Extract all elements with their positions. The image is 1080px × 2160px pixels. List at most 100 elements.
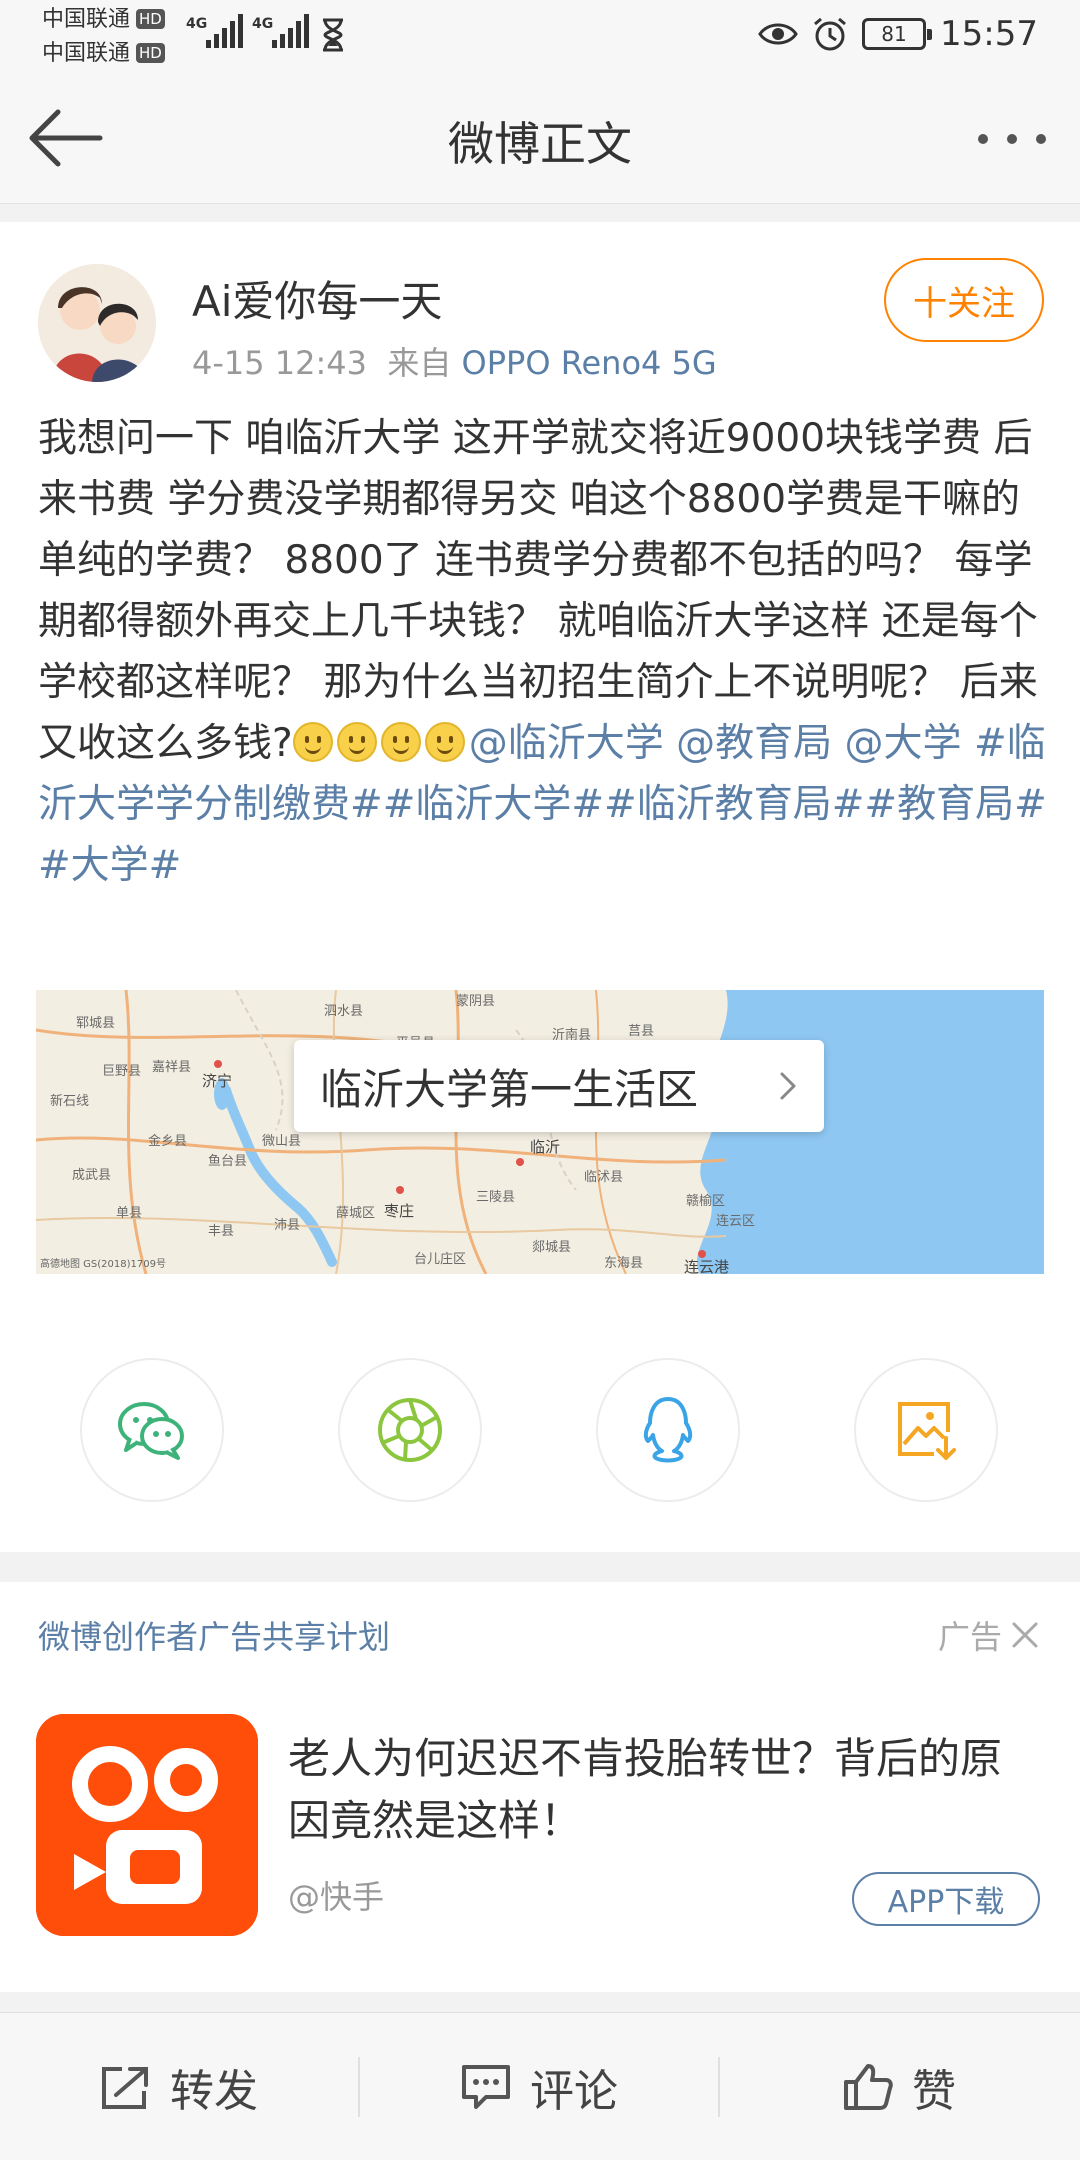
share-moments-button[interactable] — [338, 1358, 482, 1502]
mention-link[interactable]: @大学 — [845, 721, 962, 766]
hourglass-icon — [323, 18, 343, 52]
map-place: 微山县 — [262, 1134, 302, 1149]
map-place: 鱼台县 — [208, 1154, 248, 1169]
map-place: 临沂 — [530, 1138, 561, 1156]
map-place: 郓城县 — [76, 1016, 116, 1031]
map-place: 济宁 — [202, 1072, 233, 1090]
smile-emoji-icon — [292, 722, 333, 762]
topic-link[interactable]: #临沂教育局# — [604, 782, 864, 827]
app-download-button[interactable]: APP下载 — [852, 1872, 1040, 1926]
weibo-post-page: 中国联通 HD 中国联通 HD 4G 4G 81 15:57 微博正文 Ai爱你… — [0, 0, 1080, 2160]
author-avatar[interactable] — [38, 264, 156, 382]
post-device[interactable]: OPPO Reno4 5G — [462, 344, 717, 382]
nav-bar: 微博正文 — [0, 72, 1080, 204]
map-place: 新石线 — [50, 1094, 90, 1109]
more-dot-icon — [1007, 134, 1017, 144]
carrier-2: 中国联通 HD — [42, 40, 165, 68]
ad-title[interactable]: 老人为何迟迟不肯投胎转世？背后的原因竟然是这样！ — [288, 1728, 1028, 1852]
kuaishou-logo-icon — [36, 1714, 258, 1936]
hd-badge: HD — [136, 9, 165, 29]
post-text: 我想问一下 咱临沂大学 这开学就交将近9000块钱学费 后来书费 学分费没学期都… — [38, 416, 1038, 766]
map-place: 巨野县 — [102, 1064, 142, 1079]
mention-link[interactable]: @教育局 — [676, 721, 832, 766]
signal-icon — [272, 14, 312, 48]
map-place: 沛县 — [274, 1218, 301, 1233]
post-time: 4-15 12:43 — [192, 344, 368, 382]
map-place: 单县 — [116, 1206, 143, 1221]
signal-icon — [206, 14, 246, 48]
alarm-icon — [814, 17, 846, 51]
ad-source: @快手 — [288, 1878, 385, 1916]
page-title: 微博正文 — [448, 117, 632, 171]
more-dot-icon — [978, 134, 988, 144]
map-place: 丰县 — [208, 1224, 235, 1239]
post-card: Ai爱你每一天 4-15 12:43 来自 OPPO Reno4 5G 十关注 … — [0, 222, 1080, 1552]
post-meta: 4-15 12:43 来自 OPPO Reno4 5G — [192, 338, 717, 384]
ad-plan-label[interactable]: 微博创作者广告共享计划 — [38, 1612, 390, 1658]
repost-icon — [102, 2067, 148, 2109]
map-place: 蒙阴县 — [456, 994, 496, 1009]
network-type-1: 4G — [186, 16, 208, 32]
map-place: 泗水县 — [324, 1004, 364, 1019]
location-name: 临沂大学第一生活区 — [320, 1064, 699, 1114]
map-place: 赣榆区 — [686, 1194, 726, 1209]
save-image-icon — [898, 1402, 956, 1460]
carrier-1: 中国联通 HD — [42, 6, 165, 34]
smile-emoji-icon — [336, 722, 377, 762]
avatar-illustration — [38, 264, 156, 382]
follow-button[interactable]: 十关注 — [884, 258, 1044, 342]
map-place: 金乡县 — [148, 1134, 188, 1149]
more-dot-icon — [1036, 134, 1046, 144]
map-place: 郯城县 — [532, 1240, 572, 1255]
hd-badge: HD — [136, 43, 165, 63]
more-button[interactable] — [972, 114, 1052, 164]
share-row — [0, 1358, 1080, 1508]
source-prefix: 来自 — [387, 344, 452, 382]
qq-icon — [643, 1397, 693, 1463]
comment-button[interactable]: 评论 — [360, 2013, 718, 2160]
map-place: 连云区 — [716, 1214, 756, 1229]
ad-card[interactable]: 微博创作者广告共享计划 广告 老人为何迟迟不肯投胎转世？背后的原因竟然是这样！ … — [0, 1582, 1080, 1992]
close-icon[interactable] — [1010, 1620, 1040, 1650]
map-background — [36, 990, 1044, 1274]
smile-emoji-icon — [424, 722, 465, 762]
topic-link[interactable]: #临沂大学# — [383, 782, 604, 827]
topic-link[interactable]: #教育局# — [864, 782, 1046, 827]
share-wechat-button[interactable] — [80, 1358, 224, 1502]
save-image-button[interactable] — [854, 1358, 998, 1502]
status-right: 81 15:57 — [758, 14, 1038, 54]
status-bar: 中国联通 HD 中国联通 HD 4G 4G 81 15:57 — [0, 0, 1080, 72]
mention-link[interactable]: @临沂大学 — [469, 721, 664, 766]
map-place: 枣庄 — [384, 1202, 415, 1220]
moments-icon — [378, 1398, 442, 1462]
wechat-icon — [118, 1402, 184, 1460]
topic-link[interactable]: #大学# — [38, 843, 181, 888]
map-place: 连云港 — [684, 1258, 730, 1274]
repost-label: 转发 — [170, 2066, 258, 2117]
ad-tag: 广告 — [938, 1612, 1040, 1658]
share-qq-button[interactable] — [596, 1358, 740, 1502]
smile-emoji-icon — [380, 722, 421, 762]
like-button[interactable]: 赞 — [720, 2013, 1078, 2160]
author-name[interactable]: Ai爱你每一天 — [192, 268, 442, 329]
chevron-right-icon — [780, 1072, 796, 1100]
location-map[interactable]: 郓城县 泗水县 蒙阴县 沂南县 莒县 巨野县 嘉祥县 济宁 平邑县 新石线 金乡… — [36, 990, 1044, 1274]
map-place: 东海县 — [604, 1256, 644, 1271]
clock: 15:57 — [940, 14, 1038, 54]
kuaishou-logo[interactable] — [36, 1714, 258, 1936]
map-place: 薛城区 — [336, 1206, 376, 1221]
location-label[interactable]: 临沂大学第一生活区 — [294, 1040, 824, 1132]
comment-icon — [462, 2065, 510, 2109]
network-type-2: 4G — [252, 16, 274, 32]
post-body: 我想问一下 咱临沂大学 这开学就交将近9000块钱学费 后来书费 学分费没学期都… — [38, 408, 1048, 896]
map-place: 嘉祥县 — [152, 1060, 192, 1075]
map-copyright: 高德地图 GS(2018)1709号 — [40, 1259, 166, 1270]
repost-button[interactable]: 转发 — [0, 2013, 358, 2160]
comment-label: 评论 — [530, 2066, 618, 2117]
map-place: 台儿庄区 — [414, 1252, 467, 1267]
map-place: 成武县 — [72, 1168, 112, 1183]
like-label: 赞 — [912, 2066, 956, 2117]
ad-tag-label: 广告 — [937, 1618, 1002, 1656]
map-place: 莒县 — [628, 1024, 655, 1039]
battery-indicator: 81 — [862, 18, 933, 50]
